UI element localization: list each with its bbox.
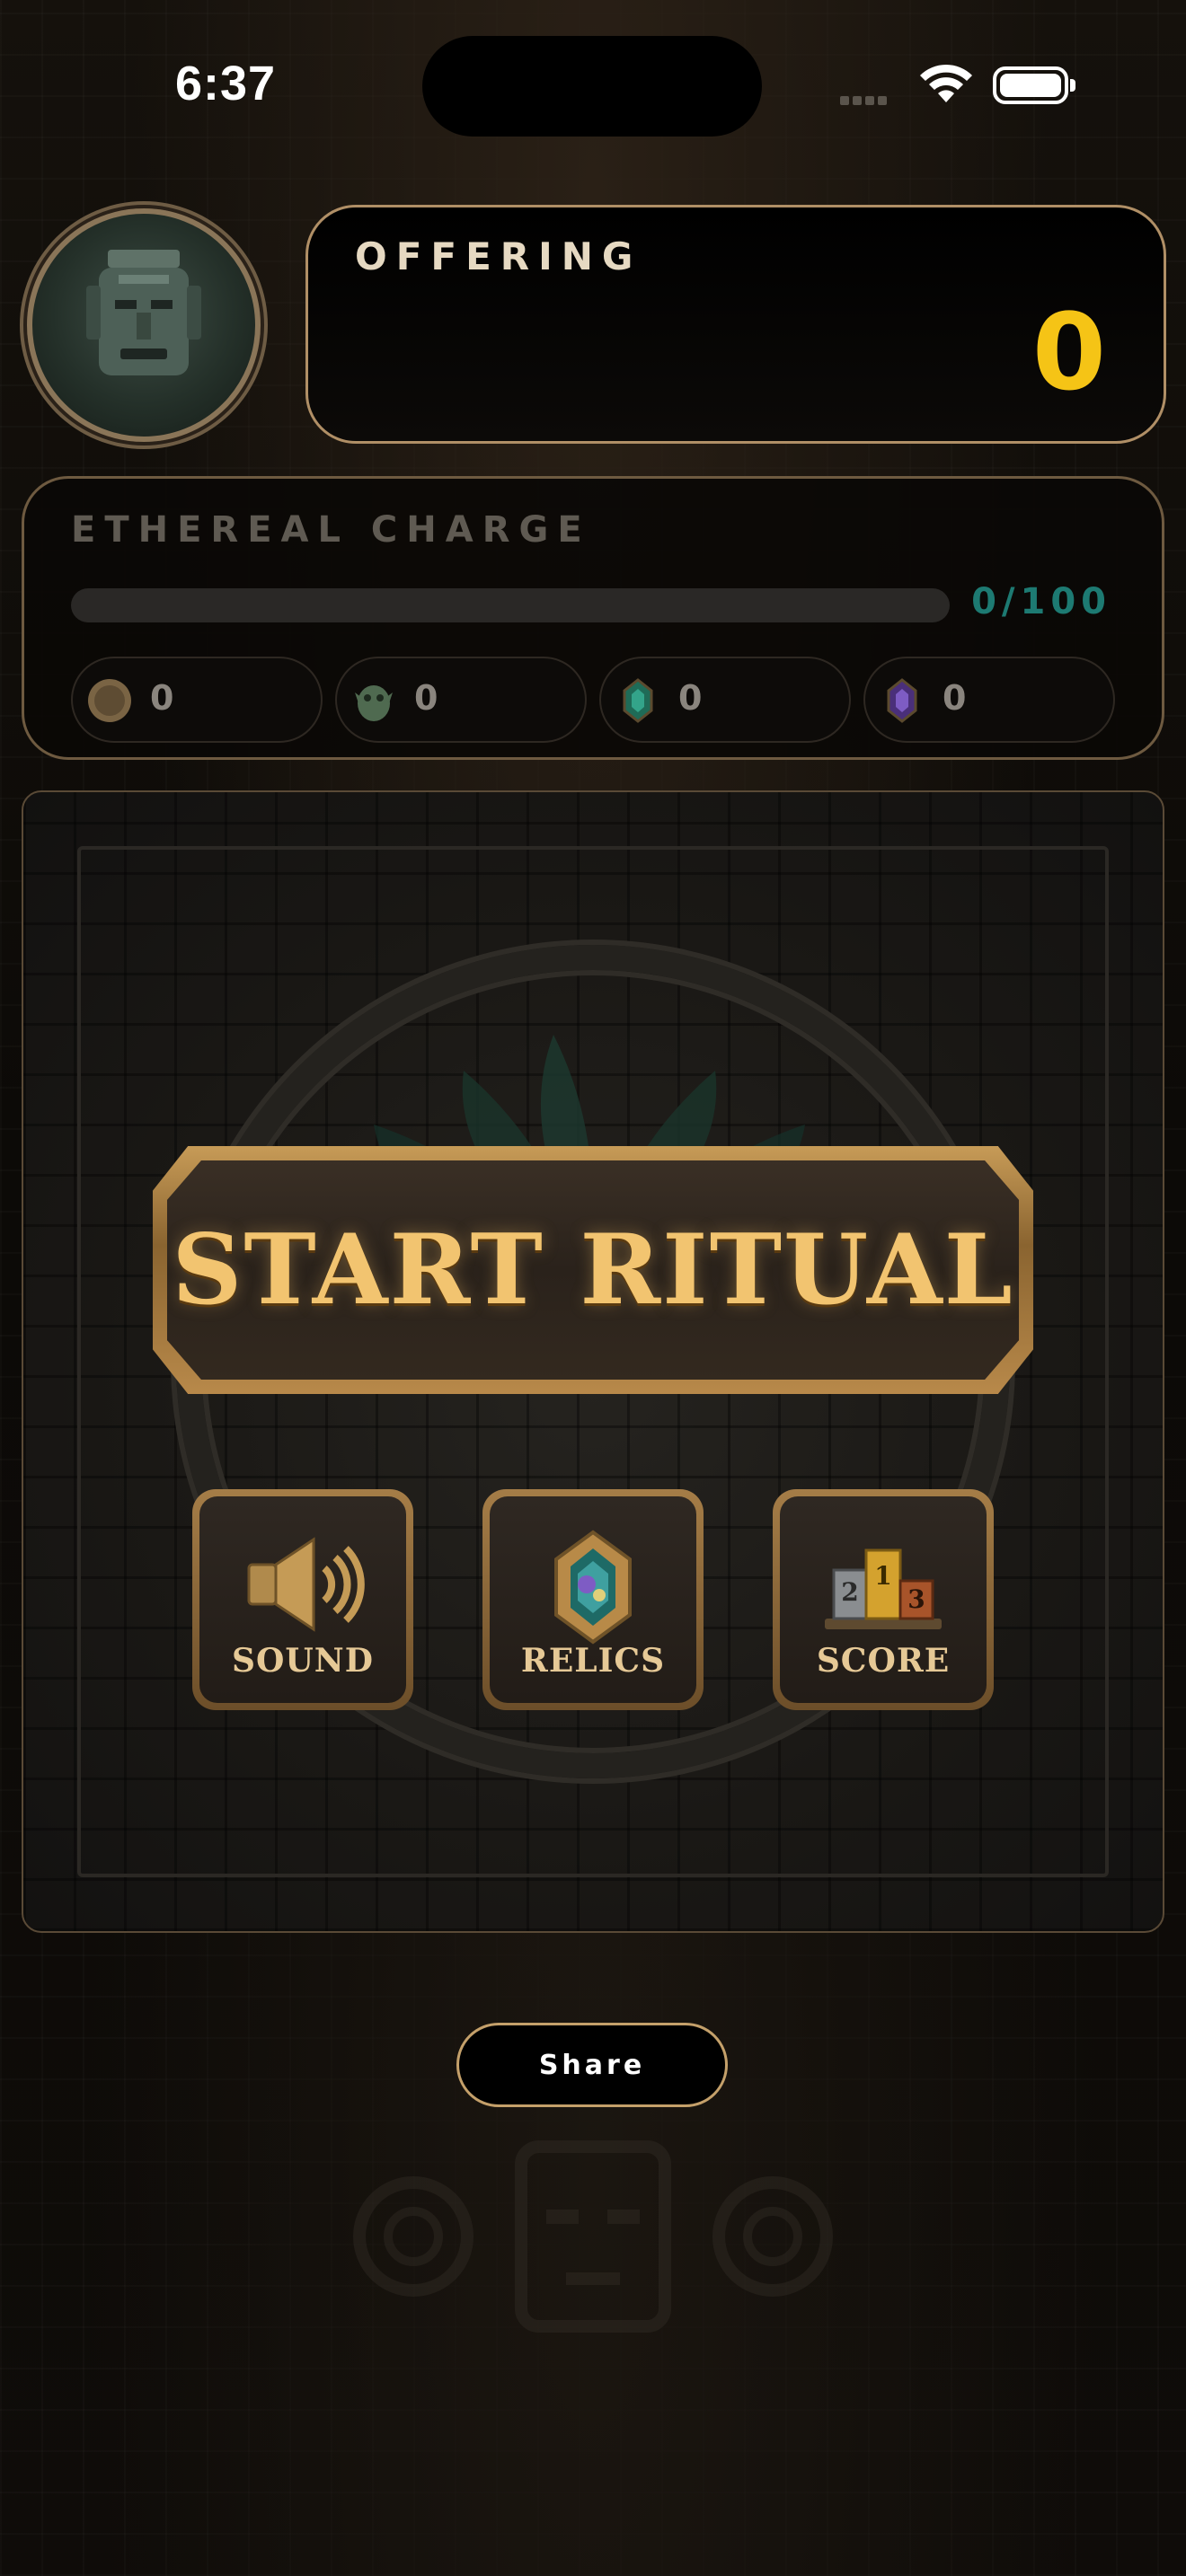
score-label: SCORE: [816, 1642, 951, 1680]
relic-count: 0: [150, 678, 174, 718]
carved-face-icon: [353, 2140, 833, 2333]
relic-count: 0: [943, 678, 967, 718]
podium-icon: 2 1 3: [825, 1548, 942, 1629]
avatar[interactable]: [27, 208, 261, 442]
relics-button[interactable]: RELICS: [482, 1489, 704, 1710]
svg-text:1: 1: [874, 1561, 891, 1591]
start-ritual-plaque: START RITUAL: [167, 1160, 1019, 1380]
wifi-icon: [920, 64, 972, 102]
amethyst-gem-icon: [887, 678, 917, 723]
coin-icon: [88, 679, 131, 722]
relic-slot-goblin: 0: [335, 657, 587, 743]
sound-tile: SOUND: [199, 1496, 406, 1703]
signal-dots-icon: [840, 92, 903, 105]
relic-slot-amethyst: 0: [863, 657, 1115, 743]
start-ritual-button[interactable]: START RITUAL: [153, 1146, 1033, 1394]
charge-progress-text: 0/100: [971, 581, 1111, 622]
status-time: 6:37: [175, 57, 277, 110]
relic-count: 0: [678, 678, 703, 718]
offering-panel: OFFERING 0: [305, 205, 1166, 444]
svg-text:3: 3: [907, 1584, 925, 1614]
start-ritual-label: START RITUAL: [172, 1213, 1014, 1327]
mask-face-icon: [86, 250, 201, 375]
ethereal-charge-label: ETHEREAL CHARGE: [71, 509, 591, 551]
ethereal-charge-panel: ETHEREAL CHARGE 0/100 0 0 0 0: [22, 476, 1164, 760]
svg-text:2: 2: [841, 1577, 858, 1607]
sound-button[interactable]: SOUND: [192, 1489, 413, 1710]
relics-tile: RELICS: [490, 1496, 696, 1703]
dynamic-island: [422, 36, 762, 137]
score-tile: 2 1 3 SCORE: [780, 1496, 987, 1703]
emerald-gem-icon: [623, 678, 653, 723]
relic-gem-icon: [554, 1530, 632, 1645]
relic-count: 0: [414, 678, 438, 718]
share-button[interactable]: Share: [456, 2023, 728, 2107]
offering-value: 0: [1031, 290, 1106, 414]
relic-slot-coin: 0: [71, 657, 323, 743]
sound-label: SOUND: [232, 1642, 374, 1680]
relics-label: RELICS: [520, 1642, 666, 1680]
speaker-icon: [247, 1537, 365, 1632]
goblin-idol-icon: [355, 685, 393, 721]
share-label: Share: [538, 2049, 646, 2081]
relic-slot-emerald: 0: [599, 657, 851, 743]
offering-label: OFFERING: [355, 234, 642, 278]
charge-progress-bar: [71, 588, 950, 622]
battery-icon: [993, 66, 1075, 104]
score-button[interactable]: 2 1 3 SCORE: [773, 1489, 994, 1710]
